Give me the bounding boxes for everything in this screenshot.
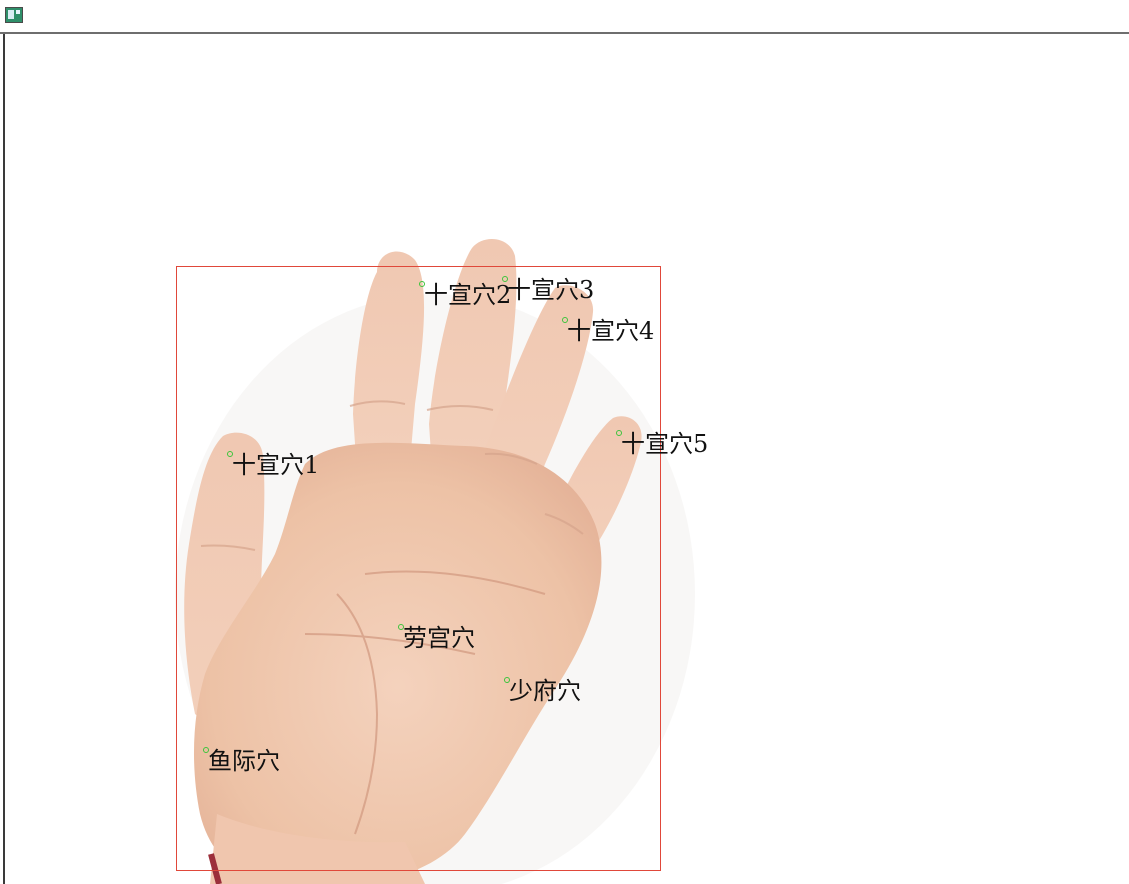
hand-detection-box xyxy=(176,266,661,871)
app-window-icon[interactable] xyxy=(5,7,23,23)
acupoint-label: 十宣穴4 xyxy=(567,317,655,345)
acupoint-label: 十宣穴1 xyxy=(232,451,320,479)
acupoint-label: 劳宫穴 xyxy=(403,624,475,652)
acupoint-label: 十宣穴2 xyxy=(424,281,512,309)
acupoint-label: 十宣穴3 xyxy=(507,276,595,304)
acupoint-label: 鱼际穴 xyxy=(208,747,280,775)
acupoint-label: 十宣穴5 xyxy=(621,430,709,458)
window-titlebar xyxy=(0,0,1129,34)
acupoint-label: 少府穴 xyxy=(509,677,581,705)
image-viewport: 十宣穴1 十宣穴2 十宣穴3 十宣穴4 十宣穴5 劳宫穴 少府穴 鱼际穴 xyxy=(3,34,1129,884)
